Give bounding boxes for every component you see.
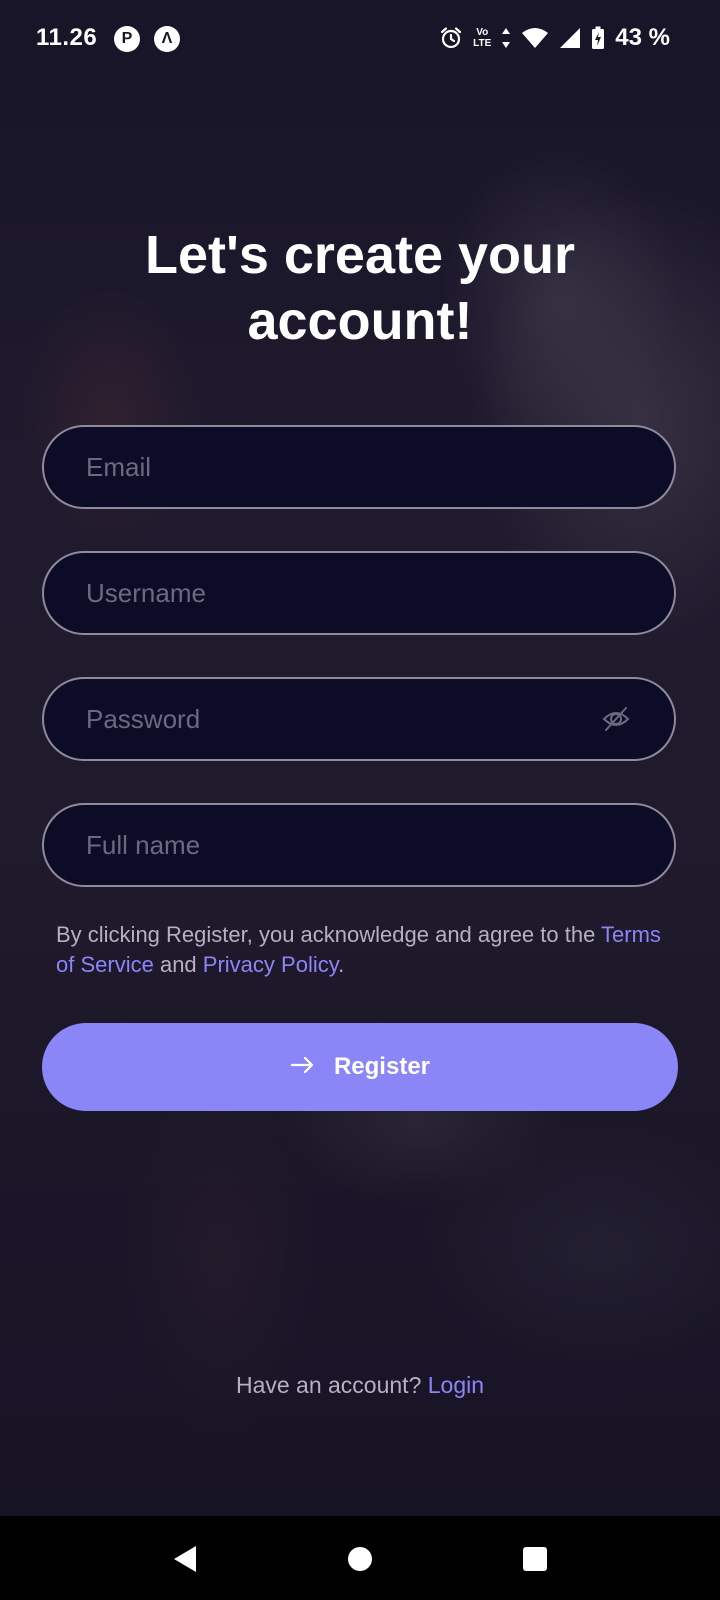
eye-off-icon[interactable] xyxy=(598,701,634,737)
status-icons: Vo LTE 43 % xyxy=(439,22,670,54)
register-button[interactable]: Register xyxy=(42,1023,678,1111)
wifi-icon xyxy=(521,27,549,49)
home-icon[interactable] xyxy=(345,1544,375,1574)
data-arrows-icon xyxy=(501,27,511,49)
volte-icon: Vo LTE xyxy=(473,27,491,49)
status-time: 11.26 xyxy=(36,24,98,51)
cell-signal-icon xyxy=(559,27,581,49)
login-link[interactable]: Login xyxy=(428,1372,484,1398)
alarm-icon xyxy=(439,26,463,50)
username-field[interactable] xyxy=(42,551,676,635)
login-prompt-text: Have an account? xyxy=(235,1372,422,1398)
legal-suffix: . xyxy=(338,952,345,977)
full-name-field[interactable] xyxy=(42,803,676,887)
arrow-right-icon xyxy=(290,1055,316,1080)
content: 11.26 P Λ Vo LTE 43 % Let's create your … xyxy=(0,0,720,1516)
email-field[interactable] xyxy=(42,425,676,509)
login-prompt: Have an account? Login xyxy=(0,1372,720,1399)
volte-label: Vo xyxy=(476,27,489,38)
notification-app-icon: P xyxy=(114,26,140,52)
recents-icon[interactable] xyxy=(520,1544,550,1574)
password-field[interactable] xyxy=(42,677,676,761)
privacy-policy-link[interactable]: Privacy Policy xyxy=(203,952,338,977)
battery-charging-icon xyxy=(591,26,605,50)
register-label: Register xyxy=(333,1053,431,1080)
lte-label: LTE xyxy=(473,38,492,49)
legal-and: and xyxy=(159,952,197,977)
notification-app-icon-2: Λ xyxy=(154,26,180,52)
page-title: Let's create your account! xyxy=(144,225,576,351)
password-input[interactable] xyxy=(86,699,598,739)
full-name-input[interactable] xyxy=(86,825,634,865)
back-icon[interactable] xyxy=(170,1544,200,1574)
status-bar: 11.26 P Λ Vo LTE 43 % xyxy=(0,0,720,78)
register-screen: 11.26 P Λ Vo LTE 43 % Let's create your … xyxy=(0,0,720,1600)
legal-prefix: By clicking Register, you acknowledge an… xyxy=(56,922,596,947)
legal-notice: By clicking Register, you acknowledge an… xyxy=(56,920,676,980)
battery-percent: 43 % xyxy=(615,24,670,51)
username-input[interactable] xyxy=(86,573,634,613)
email-input[interactable] xyxy=(86,447,634,487)
navigation-bar xyxy=(0,1516,720,1600)
